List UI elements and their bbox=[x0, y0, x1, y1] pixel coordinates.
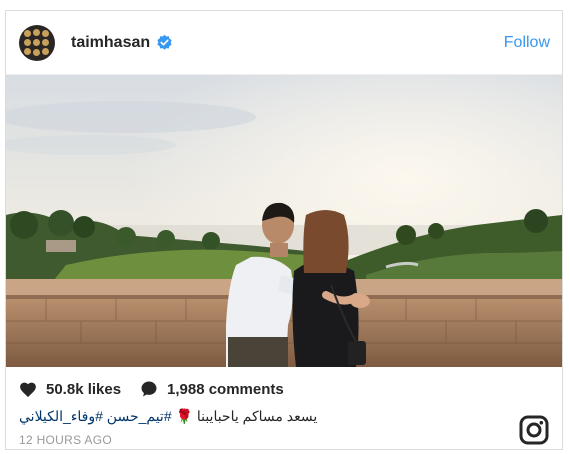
username-link[interactable]: taimhasan bbox=[71, 34, 150, 52]
caption-text: يسعد مساكم ياحبايبنا bbox=[196, 408, 318, 424]
rose-emoji-icon: 🌹 bbox=[175, 408, 193, 424]
instagram-logo-icon[interactable] bbox=[519, 415, 549, 445]
comments-count[interactable]: 1,988 comments bbox=[167, 381, 284, 398]
instagram-post-card: taimhasan Follow 50.8k likes 1,988 comme… bbox=[5, 10, 563, 450]
follow-button[interactable]: Follow bbox=[504, 34, 550, 52]
post-photo[interactable] bbox=[6, 75, 562, 367]
post-header: taimhasan Follow bbox=[6, 11, 562, 75]
likes-count[interactable]: 50.8k likes bbox=[46, 381, 121, 398]
heart-icon[interactable] bbox=[19, 381, 37, 398]
verified-badge-icon bbox=[157, 34, 172, 50]
post-caption: يسعد مساكم ياحبايبنا 🌹 #تيم_حسن #وفاء_ال… bbox=[19, 408, 317, 425]
avatar[interactable] bbox=[19, 25, 55, 61]
post-timestamp[interactable]: 12 HOURS AGO bbox=[19, 433, 112, 447]
caption-hashtags[interactable]: #تيم_حسن #وفاء_الكيلاني bbox=[19, 408, 172, 424]
comment-bubble-icon[interactable] bbox=[140, 380, 158, 398]
